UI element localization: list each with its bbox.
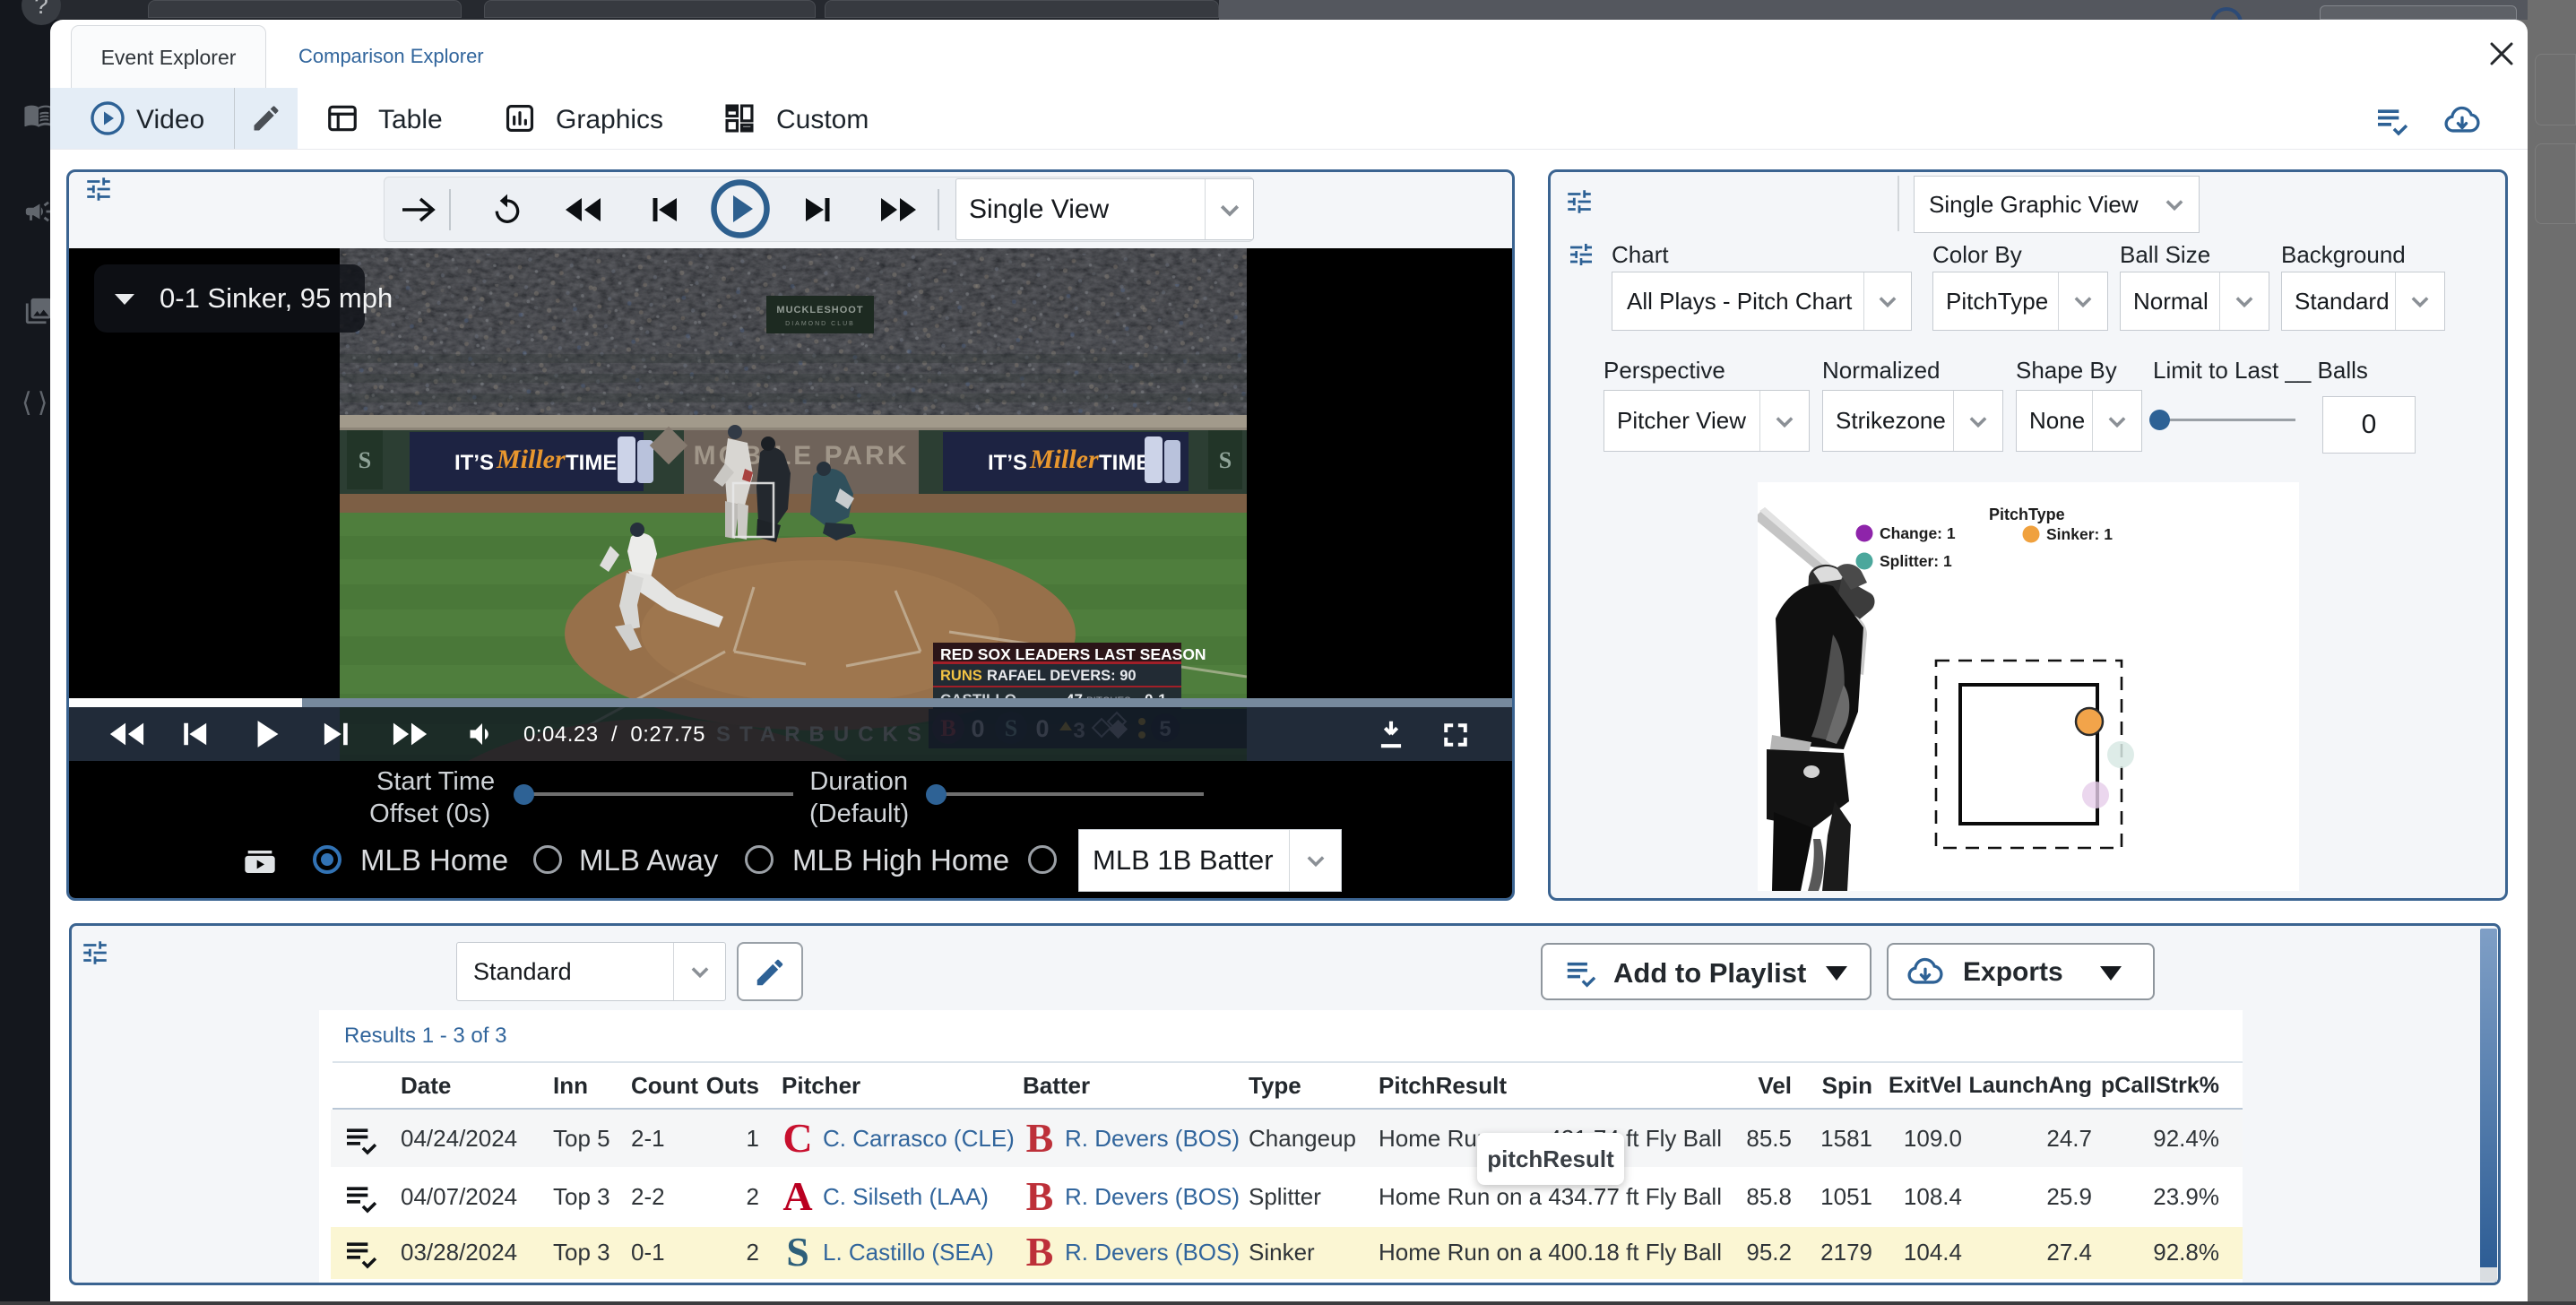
svg-text:Miller: Miller xyxy=(496,445,566,474)
svg-text:RAFAEL DEVERS: 90: RAFAEL DEVERS: 90 xyxy=(987,668,1137,684)
svg-text:TIME: TIME xyxy=(566,451,617,475)
svg-text:TIME: TIME xyxy=(1099,451,1150,475)
svg-text:MUCKLESHOOT: MUCKLESHOOT xyxy=(776,305,863,315)
svg-text:RUNS: RUNS xyxy=(940,668,982,684)
svg-text:Sinker: 1: Sinker: 1 xyxy=(2046,525,2113,543)
svg-text:RED SOX LEADERS LAST SEASON: RED SOX LEADERS LAST SEASON xyxy=(940,645,1206,663)
svg-text:Splitter: 1: Splitter: 1 xyxy=(1880,552,1952,570)
svg-text:PitchType: PitchType xyxy=(1989,506,2065,523)
svg-text:IT’S: IT’S xyxy=(454,451,494,475)
svg-text:DIAMOND CLUB: DIAMOND CLUB xyxy=(785,321,855,327)
svg-text:Change: 1: Change: 1 xyxy=(1880,524,1956,542)
svg-text:Miller: Miller xyxy=(1029,445,1099,474)
svg-text:IT’S: IT’S xyxy=(988,451,1027,475)
svg-text:S: S xyxy=(359,447,371,473)
svg-text:S: S xyxy=(1219,447,1232,473)
